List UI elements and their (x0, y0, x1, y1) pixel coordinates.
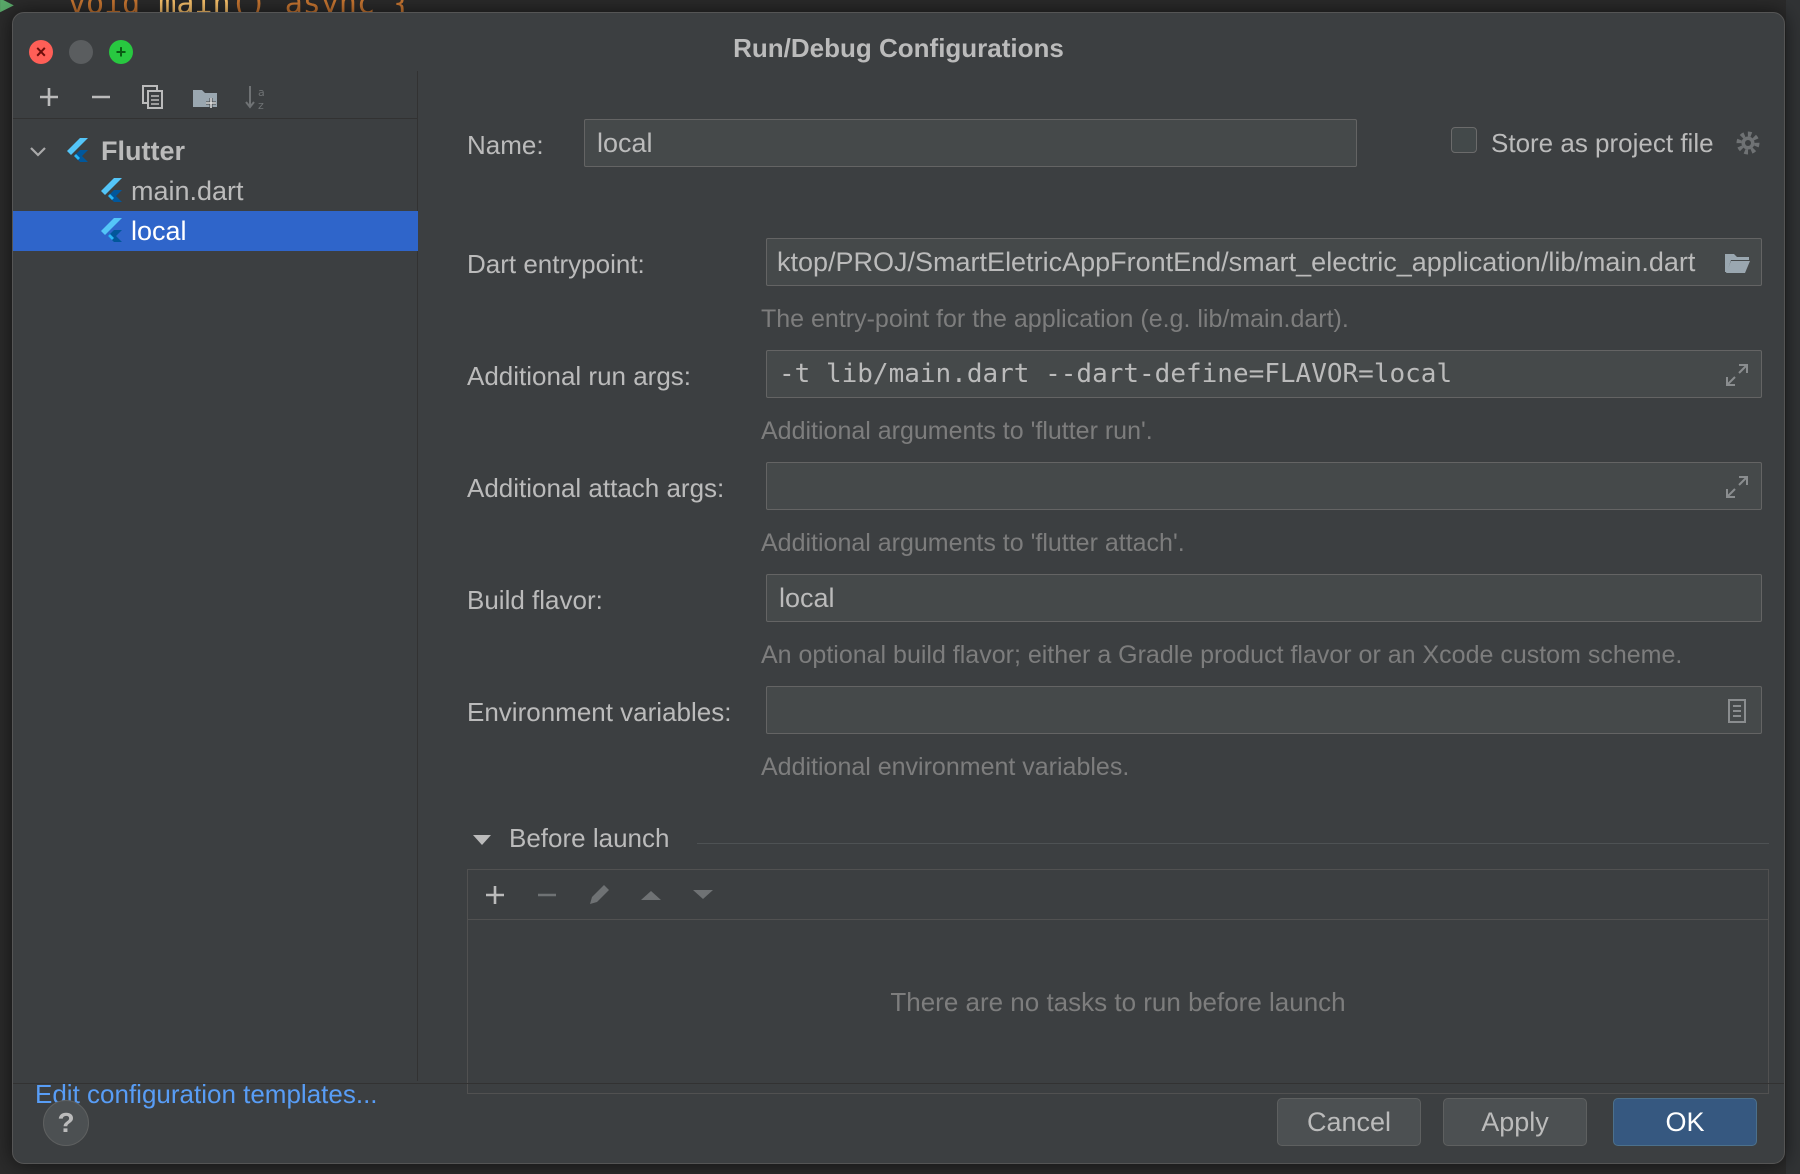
sort-configurations-button[interactable]: az (239, 79, 275, 115)
svg-text:a: a (258, 86, 265, 99)
apply-button[interactable]: Apply (1443, 1098, 1587, 1146)
title-bar: × + Run/Debug Configurations (13, 13, 1784, 69)
flutter-icon (101, 218, 122, 242)
run-debug-configurations-dialog: × + Run/Debug Configurations az Flutter … (12, 12, 1785, 1164)
tree-group-label: Flutter (101, 135, 185, 166)
additional-run-args-field[interactable]: -t lib/main.dart --dart-define=FLAVOR=lo… (766, 350, 1762, 398)
gear-icon[interactable] (1734, 129, 1762, 157)
remove-icon (92, 95, 110, 99)
build-flavor-field[interactable]: local (766, 574, 1762, 622)
name-label: Name: (467, 130, 544, 160)
ok-button[interactable]: OK (1613, 1098, 1757, 1146)
move-task-down-button[interactable] (686, 878, 720, 912)
configurations-sidebar: az Flutter main.dart local Edit configur… (13, 71, 418, 1109)
chevron-down-icon[interactable] (27, 140, 49, 162)
dialog-title: Run/Debug Configurations (733, 33, 1064, 63)
new-folder-button[interactable] (187, 79, 223, 115)
dart-entrypoint-hint: The entry-point for the application (e.g… (761, 305, 1349, 333)
list-editor-icon[interactable] (1723, 697, 1751, 725)
additional-attach-args-label: Additional attach args: (467, 473, 725, 503)
flutter-icon (101, 178, 122, 202)
add-icon (40, 88, 58, 106)
remove-icon (538, 893, 556, 897)
svg-text:z: z (258, 99, 264, 111)
environment-variables-hint: Additional environment variables. (761, 753, 1130, 781)
add-configuration-button[interactable] (31, 79, 67, 115)
store-as-project-file-checkbox[interactable] (1451, 127, 1477, 153)
move-down-icon (693, 890, 713, 899)
before-launch-header[interactable]: Before launch (509, 823, 669, 854)
tree-item-main-dart[interactable]: main.dart (13, 171, 418, 211)
add-task-button[interactable] (478, 878, 512, 912)
flutter-icon (67, 138, 88, 162)
help-button[interactable]: ? (43, 1100, 89, 1146)
triangle-down-icon[interactable] (471, 829, 493, 851)
dart-entrypoint-label: Dart entrypoint: (467, 249, 645, 279)
expand-icon[interactable] (1723, 361, 1751, 389)
sort-icon: az (245, 86, 265, 111)
additional-run-args-hint: Additional arguments to 'flutter run'. (761, 417, 1153, 445)
configuration-form: Name: local Store as project file Dart e… (419, 71, 1784, 1094)
store-as-project-file-label[interactable]: Store as project file (1491, 128, 1714, 159)
build-flavor-hint: An optional build flavor; either a Gradl… (761, 641, 1683, 669)
cancel-button[interactable]: Cancel (1277, 1098, 1421, 1146)
tree-group-flutter[interactable]: Flutter (13, 131, 418, 171)
tree-item-local[interactable]: local (13, 211, 418, 251)
before-launch-empty-text: There are no tasks to run before launch (890, 987, 1346, 1017)
copy-configuration-button[interactable] (135, 79, 171, 115)
remove-task-button[interactable] (530, 878, 564, 912)
configurations-tree: Flutter main.dart local (13, 131, 418, 251)
dart-entrypoint-value: ktop/PROJ/SmartEletricAppFrontEnd/smart_… (777, 246, 1696, 277)
run-gutter-icon: ▶ (0, 0, 14, 14)
additional-run-args-value: -t lib/main.dart --dart-define=FLAVOR=lo… (779, 359, 1453, 389)
remove-configuration-button[interactable] (83, 79, 119, 115)
name-field[interactable]: local (584, 119, 1357, 167)
build-flavor-value: local (779, 582, 835, 613)
additional-run-args-label: Additional run args: (467, 361, 692, 391)
move-up-icon (641, 891, 661, 900)
before-launch-toolbar (468, 870, 1768, 920)
tree-item-label: main.dart (131, 175, 244, 206)
before-launch-panel: There are no tasks to run before launch (467, 869, 1769, 1094)
before-launch-divider (697, 843, 1769, 844)
name-field-value: local (597, 127, 653, 158)
background-scroll-gutter (1786, 0, 1800, 1174)
edit-icon (590, 885, 609, 904)
edit-task-button[interactable] (582, 878, 616, 912)
environment-variables-field[interactable] (766, 686, 1762, 734)
folder-open-icon[interactable] (1723, 249, 1751, 277)
move-task-up-button[interactable] (634, 878, 668, 912)
additional-attach-args-hint: Additional arguments to 'flutter attach'… (761, 529, 1185, 557)
new-folder-icon (193, 90, 217, 108)
add-icon (486, 886, 504, 904)
configurations-toolbar: az (13, 71, 418, 119)
additional-attach-args-field[interactable] (766, 462, 1762, 510)
tree-item-label: local (131, 215, 187, 246)
copy-icon (142, 85, 163, 109)
dart-entrypoint-field[interactable]: ktop/PROJ/SmartEletricAppFrontEnd/smart_… (766, 238, 1762, 286)
environment-variables-label: Environment variables: (467, 697, 732, 727)
build-flavor-label: Build flavor: (467, 585, 603, 615)
dialog-footer: ? Cancel Apply OK (13, 1083, 1784, 1163)
expand-icon[interactable] (1723, 473, 1751, 501)
